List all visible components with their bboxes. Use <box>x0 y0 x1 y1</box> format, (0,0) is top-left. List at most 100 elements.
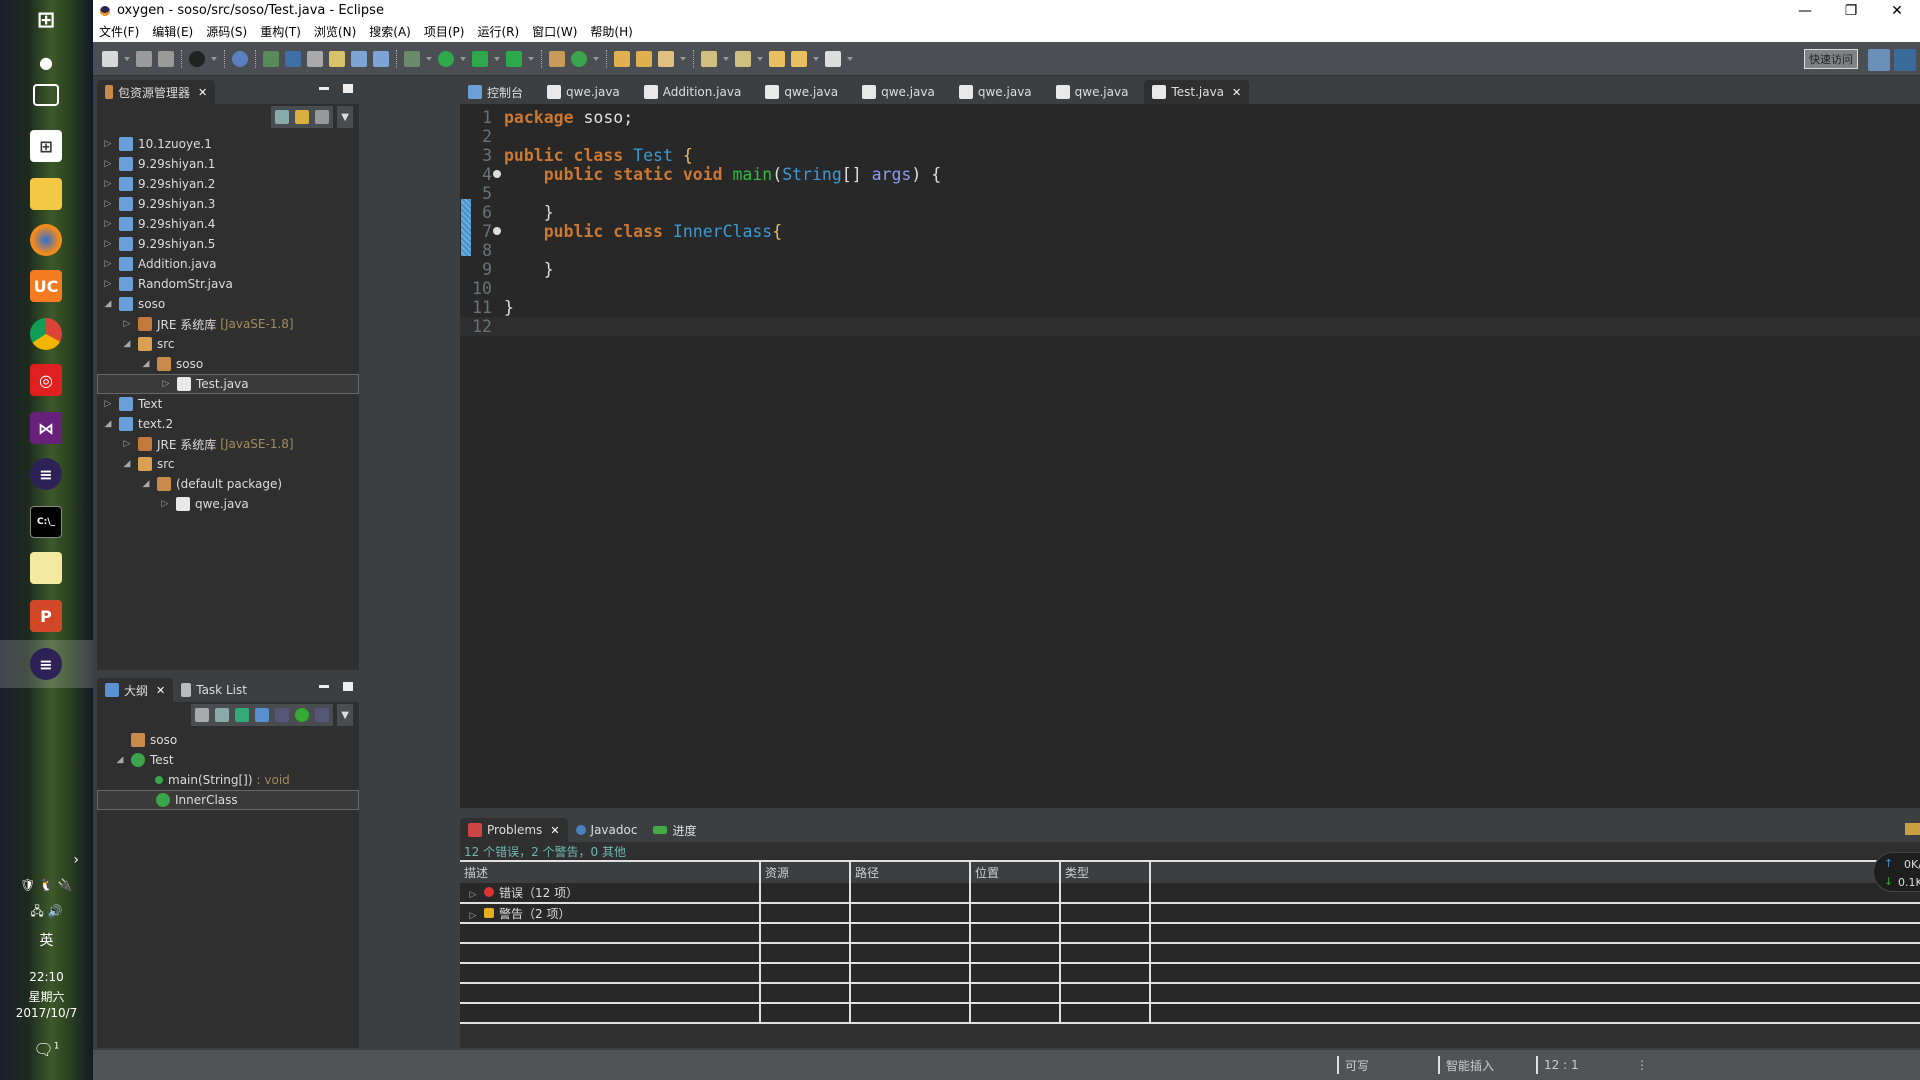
menu-refactor[interactable]: 重构(T) <box>260 23 301 40</box>
task-view-icon[interactable] <box>33 84 59 106</box>
collapsed-twisty-icon[interactable]: ▷ <box>103 199 113 209</box>
menu-project[interactable]: 项目(P) <box>424 23 465 40</box>
collapsed-twisty-icon[interactable]: ▷ <box>468 911 478 921</box>
save-icon[interactable] <box>136 50 152 67</box>
close-icon[interactable]: ✕ <box>550 824 559 837</box>
tree-item[interactable]: ▷ 9.29shiyan.3 <box>97 194 359 214</box>
tree-item[interactable]: ▷ RandomStr.java <box>97 274 359 294</box>
collapsed-twisty-icon[interactable]: ▷ <box>468 890 478 900</box>
tree-item[interactable]: ◢ src <box>97 454 359 474</box>
column-path[interactable]: 路径 <box>850 860 971 883</box>
tree-item[interactable]: ◢ soso <box>97 294 359 314</box>
restore-button[interactable]: ❐ <box>1828 0 1874 21</box>
outline-item[interactable]: soso <box>97 730 359 750</box>
fold-toggle-icon[interactable] <box>493 170 501 178</box>
problems-row[interactable]: ▷ 警告（2 项） <box>460 903 1920 924</box>
tree-item[interactable]: ▷ 10.1zuoye.1 <box>97 134 359 154</box>
file-explorer-icon[interactable] <box>30 178 62 210</box>
tab-progress[interactable]: 进度 <box>645 818 704 842</box>
filter-icon[interactable] <box>315 110 330 124</box>
clock-date[interactable]: 2017/10/7 <box>0 1006 93 1020</box>
last-edit-icon[interactable] <box>769 50 785 67</box>
clock-time[interactable]: 22:10 <box>0 970 93 984</box>
edit-icon[interactable] <box>658 50 674 67</box>
tree-item[interactable]: ▷ Test.java <box>97 374 359 394</box>
link-editor-icon[interactable] <box>315 708 330 722</box>
action-center-icon[interactable]: 🗨1 <box>0 1040 93 1059</box>
tree-item[interactable]: ◢ soso <box>97 354 359 374</box>
menu-edit[interactable]: 编辑(E) <box>152 23 193 40</box>
collapsed-twisty-icon[interactable]: ▷ <box>161 379 171 389</box>
open-file-icon[interactable] <box>636 50 652 67</box>
tree-item[interactable]: ▷ qwe.java <box>97 494 359 514</box>
cortana-icon[interactable]: ● <box>30 46 62 78</box>
editor-tab[interactable]: Addition.java <box>636 80 750 104</box>
new-package-icon[interactable] <box>549 50 565 67</box>
firefox-icon[interactable] <box>30 224 62 256</box>
code-editor[interactable]: 1 package soso; 2 3 public class Test {4 pub… <box>460 104 1920 808</box>
tree-item[interactable]: ▷ Addition.java <box>97 254 359 274</box>
tree-item[interactable]: ▷ JRE 系统库 [JavaSE-1.8] <box>97 314 359 334</box>
expanded-twisty-icon[interactable]: ◢ <box>122 459 132 469</box>
uc-browser-icon[interactable]: UC <box>30 270 62 302</box>
hide-nonpublic-icon[interactable] <box>275 708 290 722</box>
menu-help[interactable]: 帮助(H) <box>590 23 632 40</box>
expanded-twisty-icon[interactable]: ◢ <box>141 359 151 369</box>
view-menu-icon[interactable]: ▼ <box>341 112 349 123</box>
ime-indicator[interactable]: 英 <box>0 930 93 950</box>
hide-local-types-icon[interactable] <box>295 708 310 722</box>
collapsed-twisty-icon[interactable]: ▷ <box>122 319 132 329</box>
column-location[interactable]: 位置 <box>970 860 1061 883</box>
minimize-icon[interactable] <box>319 87 329 90</box>
fold-toggle-icon[interactable] <box>493 227 501 235</box>
view-menu-icon[interactable]: ▼ <box>341 710 349 721</box>
link-with-editor-icon[interactable] <box>295 110 310 124</box>
next-annotation-icon[interactable] <box>701 50 717 67</box>
tree-item[interactable]: ▷ 9.29shiyan.2 <box>97 174 359 194</box>
outline-item[interactable]: main(String[]) : void <box>97 770 359 790</box>
java-perspective-icon[interactable] <box>1894 49 1916 71</box>
edit-dropdown-icon[interactable] <box>680 56 686 61</box>
menu-run[interactable]: 运行(R) <box>477 23 519 40</box>
editor-tab[interactable]: qwe.java <box>757 80 846 104</box>
open-type-icon[interactable] <box>307 50 323 67</box>
close-icon[interactable]: ✕ <box>156 684 165 697</box>
profile-dropdown-icon[interactable] <box>211 56 217 61</box>
editor-tab[interactable]: qwe.java <box>539 80 628 104</box>
prev-annotation-icon[interactable] <box>735 50 751 67</box>
new-java-project-icon[interactable] <box>263 50 279 67</box>
collapsed-twisty-icon[interactable]: ▷ <box>103 259 113 269</box>
tree-item[interactable]: ◢ text.2 <box>97 414 359 434</box>
menu-source[interactable]: 源码(S) <box>206 23 247 40</box>
clock-weekday[interactable]: 星期六 <box>0 988 93 1005</box>
collapsed-twisty-icon[interactable]: ▷ <box>122 439 132 449</box>
column-description[interactable]: 描述 <box>460 860 761 883</box>
tree-item[interactable]: ▷ 9.29shiyan.4 <box>97 214 359 234</box>
tree-item[interactable]: ▷ 9.29shiyan.5 <box>97 234 359 254</box>
tray-expand-icon[interactable]: › <box>0 852 93 868</box>
close-icon[interactable]: ✕ <box>1232 86 1241 99</box>
column-type[interactable]: 类型 <box>1060 860 1151 883</box>
mark-occurrences-icon[interactable] <box>285 50 301 67</box>
collapse-all-icon[interactable] <box>275 110 290 124</box>
editor-tab[interactable]: Test.java ✕ <box>1144 80 1250 104</box>
sort-icon[interactable] <box>195 708 210 722</box>
open-task-icon[interactable] <box>329 50 345 67</box>
new-class-dropdown-icon[interactable] <box>593 56 599 61</box>
collapsed-twisty-icon[interactable]: ▷ <box>103 279 113 289</box>
hide-fields-icon[interactable] <box>235 708 250 722</box>
expanded-twisty-icon[interactable]: ◢ <box>122 339 132 349</box>
collapsed-twisty-icon[interactable]: ▷ <box>103 219 113 229</box>
save-all-icon[interactable] <box>158 50 174 67</box>
back-dropdown-icon[interactable] <box>813 56 819 61</box>
editor-tab[interactable]: qwe.java <box>951 80 1040 104</box>
external-tools-dropdown-icon[interactable] <box>528 56 534 61</box>
run-icon[interactable] <box>438 50 454 67</box>
store-icon[interactable]: ⊞ <box>30 130 62 162</box>
tab-package-explorer[interactable]: 包资源管理器 ✕ <box>97 80 216 104</box>
maximize-icon[interactable] <box>343 84 353 93</box>
maximize-icon[interactable] <box>343 682 353 691</box>
problems-row[interactable]: ▷ 错误（12 项） <box>460 883 1920 904</box>
new-dropdown-icon[interactable] <box>124 56 130 61</box>
tree-item[interactable]: ◢ (default package) <box>97 474 359 494</box>
